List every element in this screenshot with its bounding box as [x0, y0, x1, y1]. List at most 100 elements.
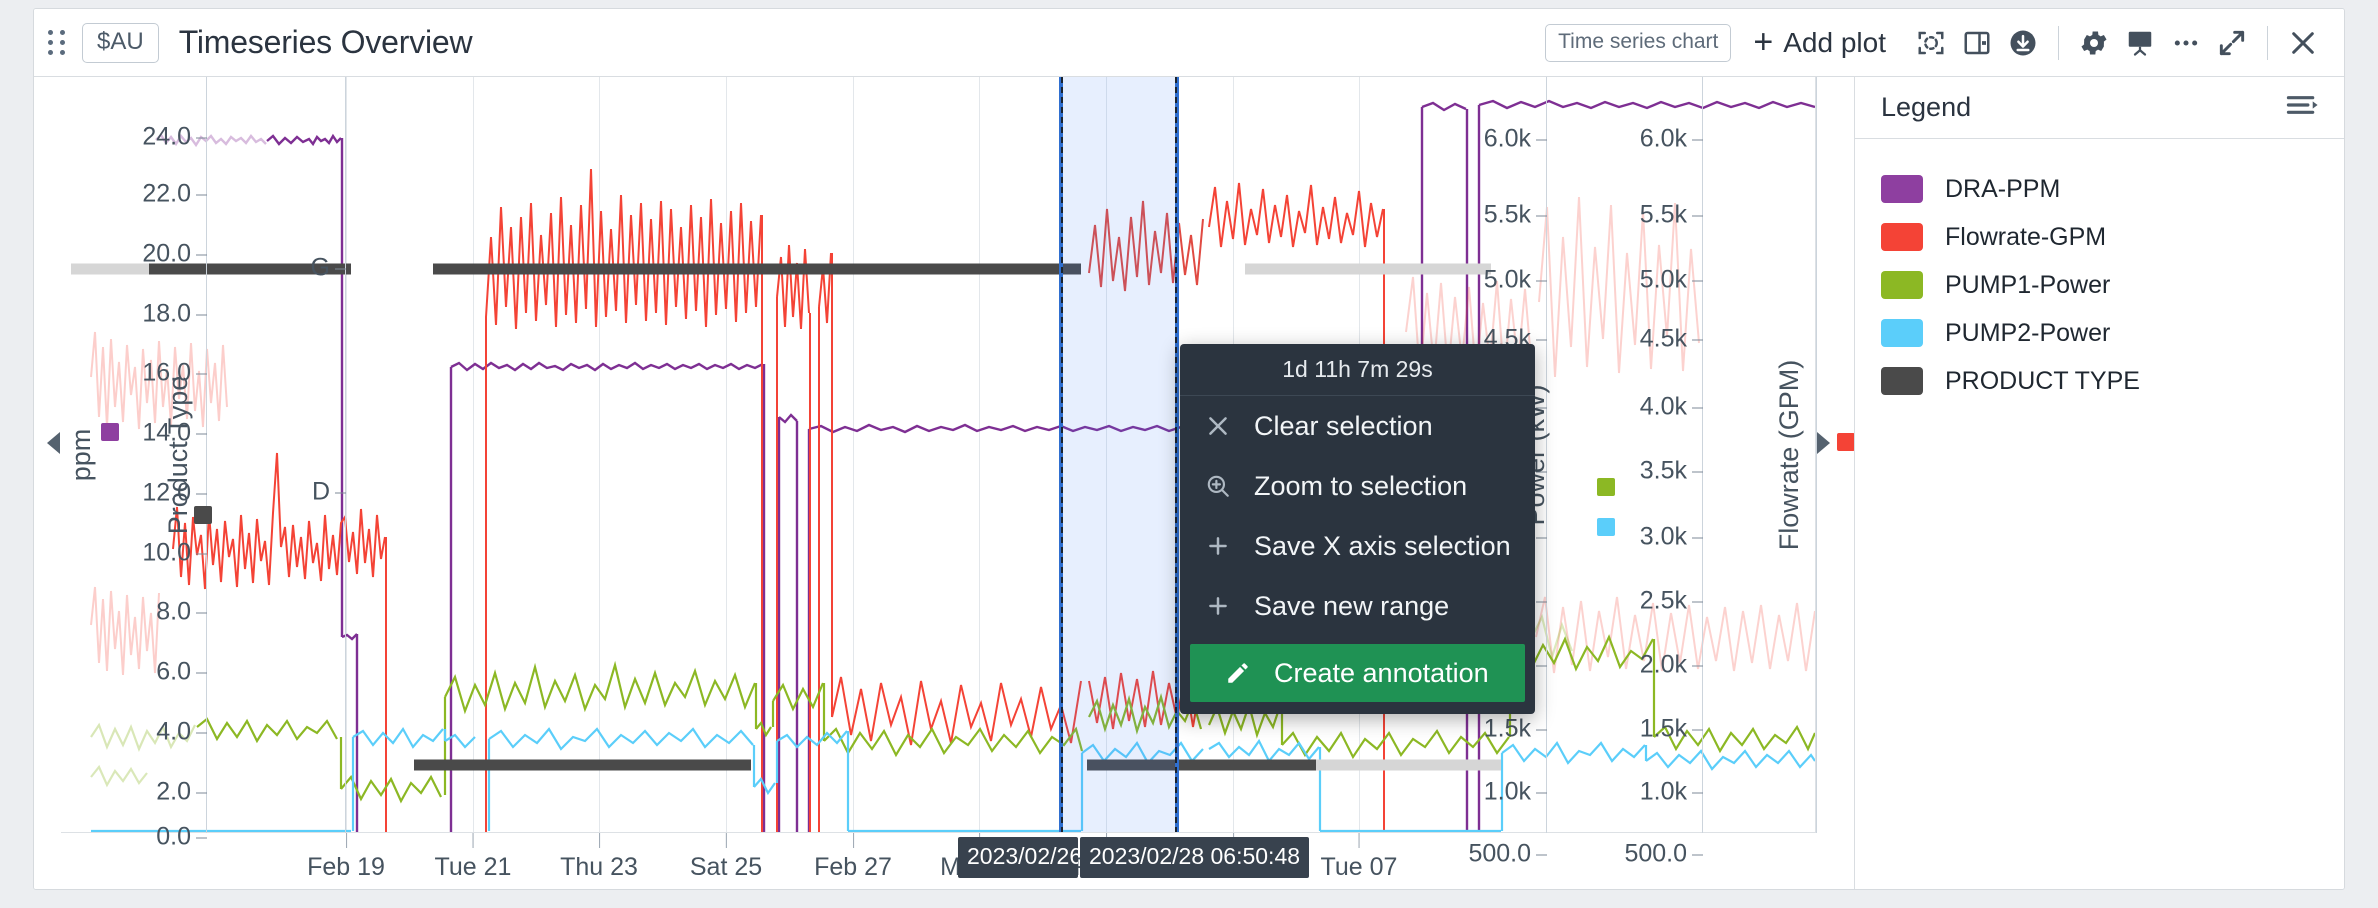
panel-header: $AU Timeseries Overview Time series char… [34, 9, 2344, 77]
menu-item-label: Save X axis selection [1254, 530, 1511, 561]
plus-icon: + [1753, 22, 1774, 61]
y-tick: 5.5k [1640, 201, 1704, 230]
plus-icon [1204, 533, 1232, 559]
y-axis-ppm[interactable]: 24.0 22.0 20.0 18.0 16.0 14.0 12.0 10.0 … [66, 77, 207, 851]
legend-item-label: PRODUCT TYPE [1945, 366, 2140, 395]
legend-item-label: PUMP2-Power [1945, 318, 2111, 347]
legend-swatch [1881, 223, 1923, 251]
y-tick: 5.0k [1484, 266, 1548, 295]
plot-frame[interactable] [61, 77, 1816, 833]
close-icon [1204, 413, 1232, 439]
selection-context-menu[interactable]: 1d 11h 7m 29s Clear selection Zoom to se… [1180, 344, 1535, 714]
legend-item-label: DRA-PPM [1945, 174, 2061, 203]
legend-items: DRA-PPM Flowrate-GPM PUMP1-Power PUMP2-P… [1855, 139, 2344, 405]
menu-item-label: Zoom to selection [1254, 470, 1468, 501]
y-axis-title-ppm: ppm [66, 428, 96, 482]
y-axis-marker-product-type [194, 506, 212, 524]
zoom-to-selection-menu-item[interactable]: Zoom to selection [1180, 456, 1535, 516]
zoom-in-icon [1204, 473, 1232, 499]
page-title: Timeseries Overview [178, 24, 473, 60]
create-annotation-button[interactable]: Create annotation [1190, 644, 1525, 702]
y-tick: 3.5k [1640, 457, 1704, 486]
y-tick: 1.5k [1640, 715, 1704, 744]
selection-duration: 1d 11h 7m 29s [1180, 344, 1535, 396]
save-new-range-menu-item[interactable]: Save new range [1180, 576, 1535, 636]
collapse-legend-icon[interactable] [2286, 92, 2320, 123]
y-tick: 2.5k [1640, 587, 1704, 616]
legend-item-pump2-power[interactable]: PUMP2-Power [1855, 309, 2344, 357]
x-tick: Feb 19 [307, 833, 385, 881]
y-axis-marker-pump1 [1597, 478, 1615, 496]
y-tick: 5.5k [1484, 201, 1548, 230]
gear-icon[interactable] [2071, 20, 2117, 66]
toolbar-divider-1 [2058, 25, 2059, 60]
y-tick: 22.0 [142, 180, 207, 209]
y-tick: 2.0k [1640, 651, 1704, 680]
legend-swatch [1881, 271, 1923, 299]
y-axis-title-product-type: Product Type [163, 375, 193, 535]
unit-badge-au[interactable]: $AU [82, 22, 159, 63]
presentation-icon[interactable] [2117, 20, 2163, 66]
y-tick: 20.0 [142, 240, 207, 269]
x-tick: Tue 07 [1320, 833, 1398, 881]
chart-type-pill[interactable]: Time series chart [1545, 23, 1732, 62]
y-tick: 1.0k [1484, 778, 1548, 807]
add-plot-button[interactable]: + Add plot [1753, 22, 1886, 61]
y-tick: 24.0 [142, 123, 207, 152]
x-tick: Feb 27 [814, 833, 892, 881]
legend-panel: Legend DRA-PPM Flowrate-GPM PUMP1-Power [1854, 77, 2344, 889]
y-axis-power[interactable]: 6.0k 5.5k 5.0k 4.5k 4.0k 3.5k 3.0k 2.5k … [1520, 77, 1704, 868]
legend-item-label: Flowrate-GPM [1945, 222, 2107, 251]
legend-header: Legend [1855, 77, 2344, 139]
x-axis-selection-band[interactable] [1059, 77, 1179, 832]
clear-selection-menu-item[interactable]: Clear selection [1180, 396, 1535, 456]
legend-swatch [1881, 175, 1923, 203]
y-tick: 6.0k [1484, 125, 1548, 154]
toolbar-divider-2 [2267, 25, 2268, 60]
more-options-icon[interactable] [2163, 20, 2209, 66]
scroll-right-arrow-icon[interactable] [1817, 432, 1830, 454]
y-axis-marker-pump2 [1597, 518, 1615, 536]
x-tick: Sat 25 [689, 833, 763, 881]
y-tick: 8.0 [156, 598, 207, 627]
x-tick: Tue 21 [434, 833, 512, 881]
legend-swatch [1881, 367, 1923, 395]
y-axis-flowrate[interactable]: Flowrate (GPM) [1774, 77, 1855, 833]
pencil-icon [1224, 660, 1252, 686]
legend-item-label: PUMP1-Power [1945, 270, 2111, 299]
plus-icon [1204, 593, 1232, 619]
y-tick: 2.0 [156, 778, 207, 807]
y-tick: 4.0k [1640, 393, 1704, 422]
legend-item-dra-ppm[interactable]: DRA-PPM [1855, 165, 2344, 213]
timeseries-panel: $AU Timeseries Overview Time series char… [33, 8, 2345, 890]
legend-item-pump1-power[interactable]: PUMP1-Power [1855, 261, 2344, 309]
y-axis-title-flowrate: Flowrate (GPM) [1774, 359, 1804, 551]
y-tick: D [312, 478, 347, 507]
legend-item-flowrate-gpm[interactable]: Flowrate-GPM [1855, 213, 2344, 261]
header-toolbar: Time series chart + Add plot [1545, 20, 2344, 66]
add-plot-label: Add plot [1783, 26, 1886, 58]
button-label: Create annotation [1274, 657, 1489, 688]
selection-start-tooltip: 2023/02/26 19 [958, 837, 1078, 878]
reset-zoom-icon[interactable] [1908, 20, 1954, 66]
chart-area[interactable]: 24.0 22.0 20.0 18.0 16.0 14.0 12.0 10.0 … [34, 77, 1855, 889]
scroll-left-arrow-icon[interactable] [47, 432, 60, 454]
y-axis-product-type[interactable]: G D Product Type [163, 77, 347, 833]
y-tick: 4.0 [156, 718, 207, 747]
fullscreen-icon[interactable] [2209, 20, 2255, 66]
panel-toggle-icon[interactable] [1954, 20, 2000, 66]
series-paths [71, 99, 1815, 832]
close-icon[interactable] [2280, 20, 2326, 66]
drag-dots-icon[interactable] [44, 30, 70, 55]
legend-item-product-type[interactable]: PRODUCT TYPE [1855, 357, 2344, 405]
legend-title: Legend [1881, 92, 1972, 122]
x-tick: Thu 23 [560, 833, 638, 881]
legend-swatch [1881, 319, 1923, 347]
y-tick: G [311, 254, 347, 283]
x-axis[interactable]: Feb 19 Tue 21 Thu 23 Sat 25 Feb 27 Mar 0… [61, 833, 1816, 889]
y-tick: 6.0k [1640, 125, 1704, 154]
menu-item-label: Save new range [1254, 590, 1450, 621]
download-icon[interactable] [2000, 20, 2046, 66]
save-x-axis-selection-menu-item[interactable]: Save X axis selection [1180, 516, 1535, 576]
y-axis-marker-ppm [101, 423, 119, 441]
